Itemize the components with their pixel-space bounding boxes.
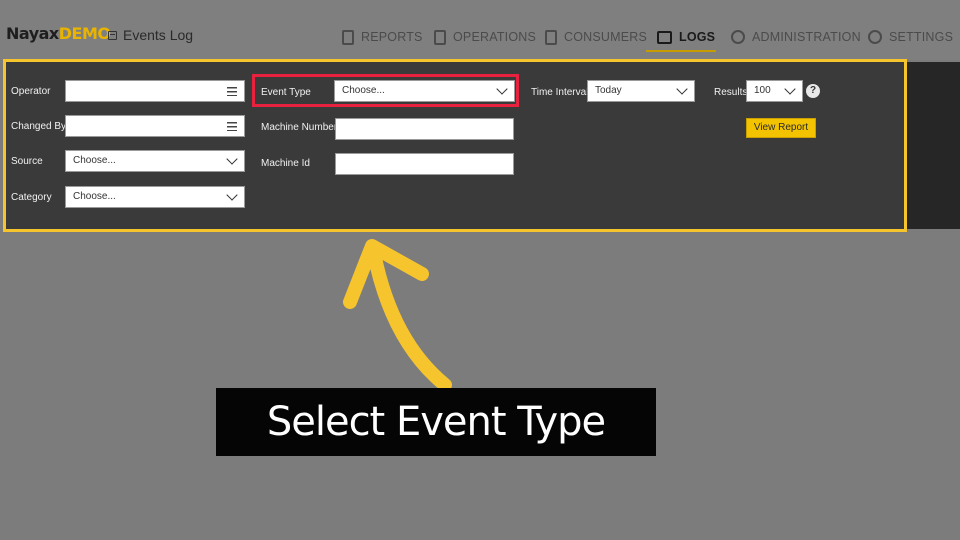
help-icon[interactable]: ?: [806, 84, 820, 98]
badge-icon: [731, 30, 745, 44]
category-value: Choose...: [73, 191, 116, 202]
instruction-caption: Select Event Type: [216, 388, 656, 456]
brand-logo[interactable]: NayaxDEMO: [6, 24, 111, 43]
nav-consumers[interactable]: CONSUMERS: [545, 27, 647, 47]
machine-number-label: Machine Number: [261, 122, 338, 133]
machine-id-input[interactable]: [335, 153, 514, 175]
calendar-icon: [108, 30, 117, 40]
calendar-icon: [657, 30, 672, 44]
consumer-icon: [545, 29, 557, 45]
device-icon: [434, 29, 446, 45]
time-interval-select[interactable]: Today: [587, 80, 695, 102]
nav-settings[interactable]: SETTINGS: [868, 27, 953, 47]
nav-reports[interactable]: REPORTS: [342, 27, 423, 47]
nav-administration[interactable]: ADMINISTRATION: [731, 27, 861, 47]
source-select[interactable]: Choose...: [65, 150, 245, 172]
machine-number-input[interactable]: [335, 118, 514, 140]
nav-administration-label: ADMINISTRATION: [752, 30, 861, 44]
nav-operations-label: OPERATIONS: [453, 30, 537, 44]
page-title-label: Events Log: [123, 27, 194, 43]
chevron-down-icon: [784, 83, 796, 95]
changed-by-input[interactable]: [65, 115, 245, 137]
nav-logs-label: LOGS: [679, 30, 716, 44]
active-tab-indicator: [646, 50, 716, 52]
list-icon[interactable]: [227, 122, 237, 131]
results-label: Results: [714, 87, 748, 98]
gear-icon: [868, 30, 882, 44]
nav-logs[interactable]: LOGS: [657, 27, 715, 47]
chevron-down-icon: [226, 189, 238, 201]
top-bar: NayaxDEMO Events Log REPORTS OPERATIONS …: [0, 0, 960, 60]
side-strip: [907, 62, 960, 229]
list-icon[interactable]: [227, 87, 237, 96]
machine-id-label: Machine Id: [261, 158, 310, 169]
nav-reports-label: REPORTS: [361, 30, 423, 44]
source-label: Source: [11, 156, 43, 167]
category-label: Category: [11, 192, 52, 203]
nav-consumers-label: CONSUMERS: [564, 30, 648, 44]
operator-label: Operator: [11, 86, 51, 97]
results-value: 100: [754, 85, 771, 96]
time-interval-value: Today: [595, 85, 622, 96]
view-report-button[interactable]: View Report: [746, 118, 816, 138]
report-icon: [342, 29, 354, 45]
chevron-down-icon: [226, 153, 238, 165]
nav-operations[interactable]: OPERATIONS: [434, 27, 536, 47]
annotation-arrow: [343, 239, 452, 390]
nav-settings-label: SETTINGS: [889, 30, 954, 44]
operator-input[interactable]: [65, 80, 245, 102]
source-value: Choose...: [73, 155, 116, 166]
chevron-down-icon: [676, 83, 688, 95]
page-title: Events Log: [108, 27, 193, 43]
changed-by-label: Changed By: [11, 121, 67, 132]
event-type-highlight: [252, 74, 519, 107]
category-select[interactable]: Choose...: [65, 186, 245, 208]
time-interval-label: Time Interval: [531, 87, 589, 98]
results-select[interactable]: 100: [746, 80, 803, 102]
